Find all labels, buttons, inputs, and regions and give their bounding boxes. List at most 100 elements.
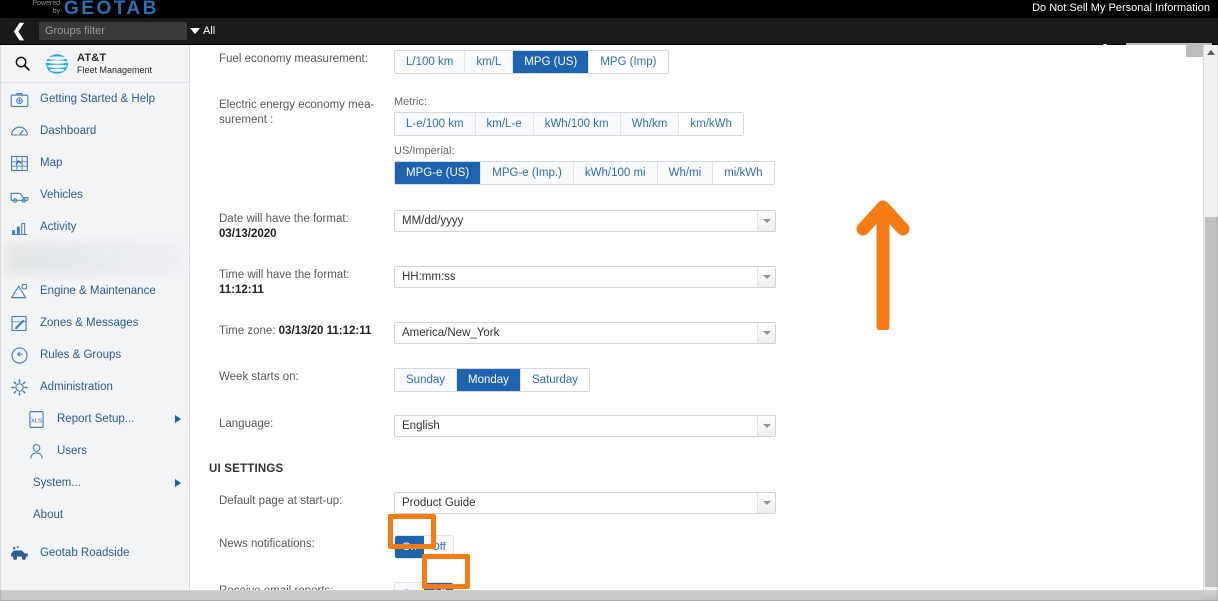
fuel-economy-label: Fuel economy measurement:: [219, 53, 368, 65]
time-format-select[interactable]: HH:mm:ss: [394, 266, 776, 288]
date-format-label: Date will have the format: 03/13/2020: [219, 210, 394, 242]
horizontal-scrollbar-thumb[interactable]: [1, 591, 1201, 600]
metric-opt-le100km[interactable]: L-e/100 km: [395, 113, 476, 135]
electric-economy-label-line1: Electric energy economy mea-: [219, 99, 375, 111]
time-zone-label: Time zone: 03/13/20 11:12:11: [219, 322, 394, 344]
chevron-down-icon[interactable]: [757, 323, 775, 343]
sidebar-item-label: Report Setup...: [57, 413, 135, 425]
us-imperial-heading: US/Imperial:: [394, 145, 455, 157]
metric-opt-kmkwh[interactable]: km/kWh: [679, 113, 743, 135]
person-icon: [30, 443, 43, 459]
sidebar-item-dashboard[interactable]: Dashboard: [0, 115, 189, 147]
fuel-economy-segmented-control[interactable]: L/100 km km/L MPG (US) MPG (Imp): [394, 50, 669, 74]
chevron-down-icon[interactable]: [757, 211, 775, 231]
geotab-logo: GEOTAB: [64, 0, 159, 19]
fuel-opt-kml[interactable]: km/L: [465, 51, 514, 73]
fuel-opt-l100km[interactable]: L/100 km: [395, 51, 466, 73]
news-notifications-off[interactable]: Off: [424, 536, 453, 558]
time-format-label-line1: Time will have the format:: [219, 269, 350, 281]
time-format-example: 11:12:11: [219, 284, 264, 296]
vertical-scrollbar[interactable]: [1203, 45, 1218, 590]
sidebar-item-rules-groups[interactable]: Rules & Groups: [0, 339, 189, 371]
metric-opt-kwh100km[interactable]: kWh/100 km: [533, 113, 621, 135]
sidebar-item-label: Activity: [40, 221, 77, 233]
sidebar-item-label: Zones & Messages: [40, 317, 139, 329]
sidebar-item-about[interactable]: About: [0, 499, 189, 531]
news-notifications-toggle[interactable]: On Off: [394, 535, 454, 559]
sidebar-item-geotab-roadside[interactable]: Geotab Roadside: [0, 537, 189, 569]
horizontal-scrollbar[interactable]: [0, 590, 1218, 601]
sidebar-item-system[interactable]: System...: [0, 467, 189, 499]
chevron-down-icon[interactable]: [757, 267, 775, 287]
week-starts-segmented-control[interactable]: Sunday Monday Saturday: [394, 368, 590, 392]
time-zone-label-prefix: Time zone:: [219, 325, 279, 337]
svg-text:XLS: XLS: [31, 418, 42, 424]
time-format-label: Time will have the format: 11:12:11: [219, 266, 394, 298]
sidebar-item-administration[interactable]: Administration: [0, 371, 189, 403]
sidebar-item-map[interactable]: Map: [0, 147, 189, 179]
att-logo-line1: AT&T: [77, 52, 107, 64]
week-opt-sunday[interactable]: Sunday: [395, 369, 458, 391]
receive-email-reports-off[interactable]: Off: [424, 583, 453, 590]
language-label: Language:: [219, 418, 274, 430]
sidebar-item-zones-messages[interactable]: Zones & Messages: [0, 307, 189, 339]
row-electric-economy: Electric energy economy mea- surement : …: [191, 96, 1186, 185]
chevron-left-icon[interactable]: ❮: [10, 22, 28, 40]
groups-filter-input[interactable]: [39, 22, 187, 40]
metric-opt-whkm[interactable]: Wh/km: [620, 113, 680, 135]
sidebar-item-label: Dashboard: [40, 125, 97, 137]
row-language: Language: English: [191, 415, 1186, 437]
att-fleet-logo: AT&T Fleet Management: [44, 52, 152, 75]
powered-by-line1: Powered: [32, 0, 60, 7]
electric-metric-segmented-control[interactable]: L-e/100 km km/L-e kWh/100 km Wh/km km/kW…: [394, 112, 744, 136]
sidebar-item-vehicles[interactable]: Vehicles: [0, 179, 189, 211]
chevron-down-icon[interactable]: [757, 416, 775, 436]
chevron-right-icon: [175, 415, 181, 423]
receive-email-reports-toggle[interactable]: On Off: [394, 582, 454, 590]
fuel-opt-mpg-imp[interactable]: MPG (Imp): [589, 51, 668, 73]
user-settings-panel: Fuel economy measurement: L/100 km km/L …: [191, 45, 1186, 590]
electric-economy-label-line2: surement :: [219, 114, 274, 126]
groups-all-dropdown[interactable]: All: [190, 22, 215, 40]
language-select[interactable]: English: [394, 415, 776, 437]
receive-email-reports-on[interactable]: On: [395, 583, 424, 590]
chevron-down-icon[interactable]: [757, 493, 775, 513]
fuel-opt-mpg-us[interactable]: MPG (US): [513, 51, 590, 73]
time-zone-select[interactable]: America/New_York: [394, 322, 776, 344]
sidebar-item-activity[interactable]: Activity: [0, 211, 189, 243]
sidebar-item-engine-maintenance[interactable]: Engine & Maintenance: [0, 275, 189, 307]
sidebar-item-users[interactable]: Users: [0, 435, 189, 467]
week-opt-saturday[interactable]: Saturday: [520, 369, 589, 391]
do-not-sell-link[interactable]: Do Not Sell My Personal Information: [1032, 2, 1210, 14]
powered-by-line2: by: [52, 8, 60, 15]
imperial-opt-mpge-imp[interactable]: MPG-e (Imp.): [481, 162, 574, 184]
vertical-scrollbar-thumb[interactable]: [1205, 217, 1218, 587]
date-format-example: 03/13/2020: [219, 228, 277, 240]
sidebar-item-label: Administration: [40, 381, 113, 393]
ui-settings-section-title: UI SETTINGS: [209, 463, 284, 475]
default-page-select[interactable]: Product Guide: [394, 492, 776, 514]
sidebar-item-getting-started[interactable]: Getting Started & Help: [0, 83, 189, 115]
metric-opt-kmle[interactable]: km/L-e: [475, 113, 534, 135]
date-format-select[interactable]: MM/dd/yyyy: [394, 210, 776, 232]
vehicle-icon: [10, 192, 29, 203]
engine-warning-icon: [10, 283, 28, 298]
row-news-notifications: News notifications: On Off: [191, 535, 1186, 559]
date-format-value: MM/dd/yyyy: [402, 215, 464, 227]
chevron-down-icon: [190, 28, 200, 35]
electric-imperial-segmented-control[interactable]: MPG-e (US) MPG-e (Imp.) kWh/100 mi Wh/mi…: [394, 161, 775, 185]
search-icon[interactable]: [0, 55, 44, 72]
sidebar-header: AT&T Fleet Management: [0, 45, 189, 83]
imperial-opt-kwh100mi[interactable]: kWh/100 mi: [573, 162, 658, 184]
news-notifications-on[interactable]: On: [395, 536, 424, 558]
imperial-opt-whmi[interactable]: Wh/mi: [657, 162, 714, 184]
row-time-zone: Time zone: 03/13/20 11:12:11 America/New…: [191, 322, 1186, 344]
language-value: English: [402, 420, 440, 432]
sidebar-item-report-setup[interactable]: XLS Report Setup...: [0, 403, 189, 435]
imperial-opt-mikwh[interactable]: mi/kWh: [713, 162, 774, 184]
week-opt-monday[interactable]: Monday: [457, 369, 521, 391]
imperial-opt-mpge-us[interactable]: MPG-e (US): [395, 162, 482, 184]
sidebar-item-label: Users: [57, 445, 88, 457]
caret-up-icon[interactable]: [1204, 45, 1218, 60]
sidebar-item-label: Geotab Roadside: [40, 547, 130, 559]
